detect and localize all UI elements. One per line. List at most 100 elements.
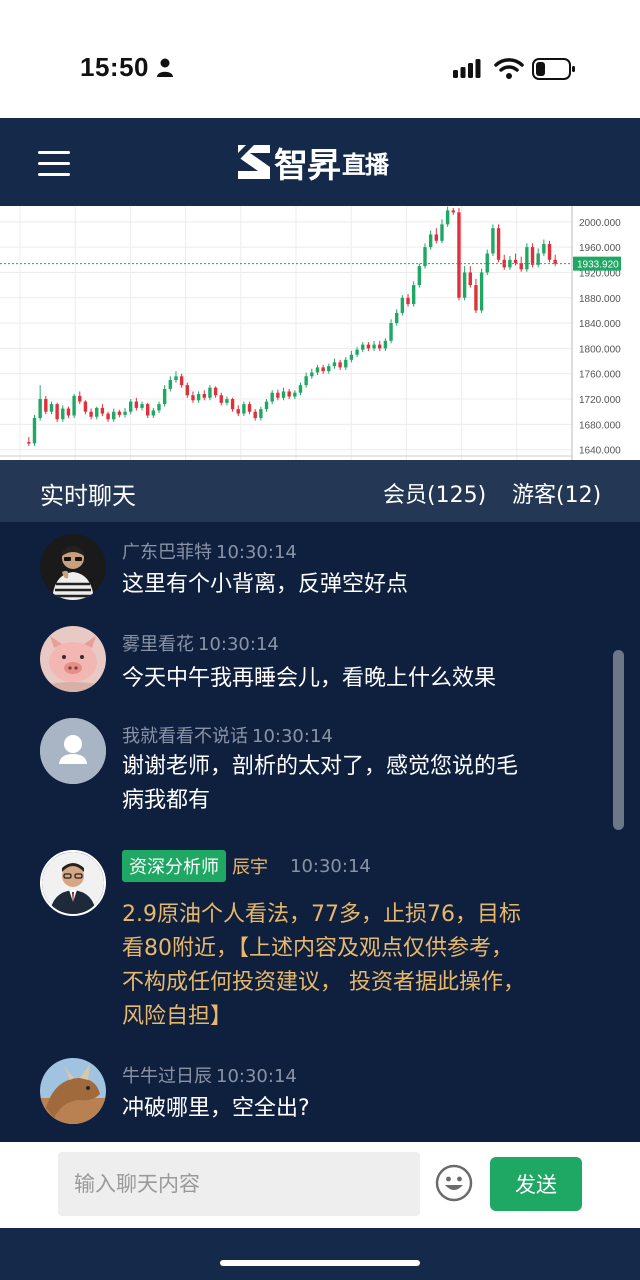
candle-body [55,404,59,420]
send-button[interactable]: 发送 [490,1157,582,1211]
y-tick-label: 2000.000 [579,218,621,229]
chat-input[interactable] [58,1152,420,1216]
candle-body [270,392,274,402]
chat-message-list[interactable]: 广东巴菲特 10:30:14 这里有个小背离，反弹空好点 雾里看花 10:30:14… [0,522,640,1142]
candle-body [372,344,376,349]
candle-body [547,243,552,260]
candle-body [117,411,122,415]
message-username[interactable]: 牛牛过日辰 [122,1066,212,1087]
candle-body [61,408,65,420]
avatar[interactable] [40,626,106,692]
logo-text-sub: 直播 [342,150,389,179]
chat-input-bar: 发送 [0,1142,640,1228]
y-tick-label: 1720.000 [579,395,621,406]
candle-body [321,367,325,372]
candle-body [123,411,127,415]
candle-body [462,272,467,298]
message-time: 10:30:14 [198,634,279,655]
candle-body [174,376,178,381]
app-logo: 智昇 直播 [236,142,389,186]
avatar[interactable] [40,1058,106,1124]
message-meta: 我就看看不说话 10:30:14 [122,722,333,748]
candle-body [259,409,263,419]
candle-body [378,344,382,349]
message-username[interactable]: 辰宇 [232,853,268,879]
candle-body [264,401,269,410]
candle-body [406,297,410,305]
message-username[interactable]: 雾里看花 [122,634,194,655]
avatar[interactable] [40,534,106,600]
candle-body [542,243,546,254]
candle-body [151,410,156,416]
candle-body [162,388,167,405]
candle-body [293,392,297,397]
members-tab[interactable]: 会员(125) [383,477,486,509]
app-header: 智昇 直播 [0,118,640,206]
price-chart[interactable]: 1640.000 1680.000 1720.000 1760.000 1800.000… [0,206,640,460]
chat-title: 实时聊天 [40,482,136,510]
candle-body [474,285,478,311]
candle-body [89,411,93,417]
candle-body [411,285,416,305]
y-tick-label: 1840.000 [579,319,621,330]
candle-body [468,272,472,286]
candle-body [134,401,139,408]
candle-body [230,399,235,410]
candle-body [332,362,337,367]
candle-body [338,362,342,368]
candle-body [327,366,331,372]
guests-tab[interactable]: 游客(12) [512,477,601,509]
candle-body [179,376,184,386]
candle-body [530,247,535,265]
message-username[interactable]: 广东巴菲特 [122,542,212,563]
candle-body [344,359,348,368]
current-price-label: 1933.920 [577,260,619,271]
candle-body [225,399,229,403]
status-time: 15:50 [80,52,149,82]
candle-body [304,376,308,386]
candle-body [440,224,444,241]
candle-body [168,380,173,389]
message-text: 这里有个小背离，反弹空好点 [122,572,409,597]
candle-body [491,228,495,254]
message-time: 10:30:14 [252,726,333,747]
candle-body [457,212,461,298]
candle-body [366,344,371,349]
candle-body [32,418,37,444]
candle-body [219,395,223,403]
chat-scrollbar[interactable] [613,650,624,830]
candle-body [428,234,433,248]
home-indicator[interactable] [220,1260,420,1266]
y-tick-label: 1800.000 [579,344,621,355]
candle-body [129,401,133,412]
candle-body [395,312,399,324]
candle-body [213,387,218,396]
y-tick-label: 1960.000 [579,243,621,254]
candle-body [38,399,42,419]
candle-body [145,404,150,416]
status-bar: 15:50 [0,0,640,118]
message-text: 冲破哪里，空全出? [122,1096,310,1121]
message-meta: 广东巴菲特 10:30:14 [122,538,297,564]
avatar[interactable] [40,850,106,916]
candle-body [451,210,455,213]
candle-body [78,395,82,402]
candle-body [496,228,501,260]
y-tick-label: 1640.000 [579,446,621,457]
candle-body [355,349,359,355]
candle-body [208,387,212,398]
message-meta: 雾里看花 10:30:14 [122,630,279,656]
candle-body [445,210,450,225]
candle-body [361,344,365,350]
message-meta: 资深分析师 辰宇 10:30:14 [122,850,371,882]
message-username[interactable]: 我就看看不说话 [122,726,248,747]
avatar[interactable] [40,718,106,784]
emoji-icon[interactable] [435,1164,473,1202]
candlestick-chart: 1640.000 1680.000 1720.000 1760.000 1800.000… [0,206,621,460]
candle-body [236,409,240,414]
candle-body [417,266,422,286]
candle-body [247,404,252,412]
hamburger-menu-icon[interactable] [38,151,70,177]
candle-body [400,297,405,313]
candle-body [27,442,31,444]
